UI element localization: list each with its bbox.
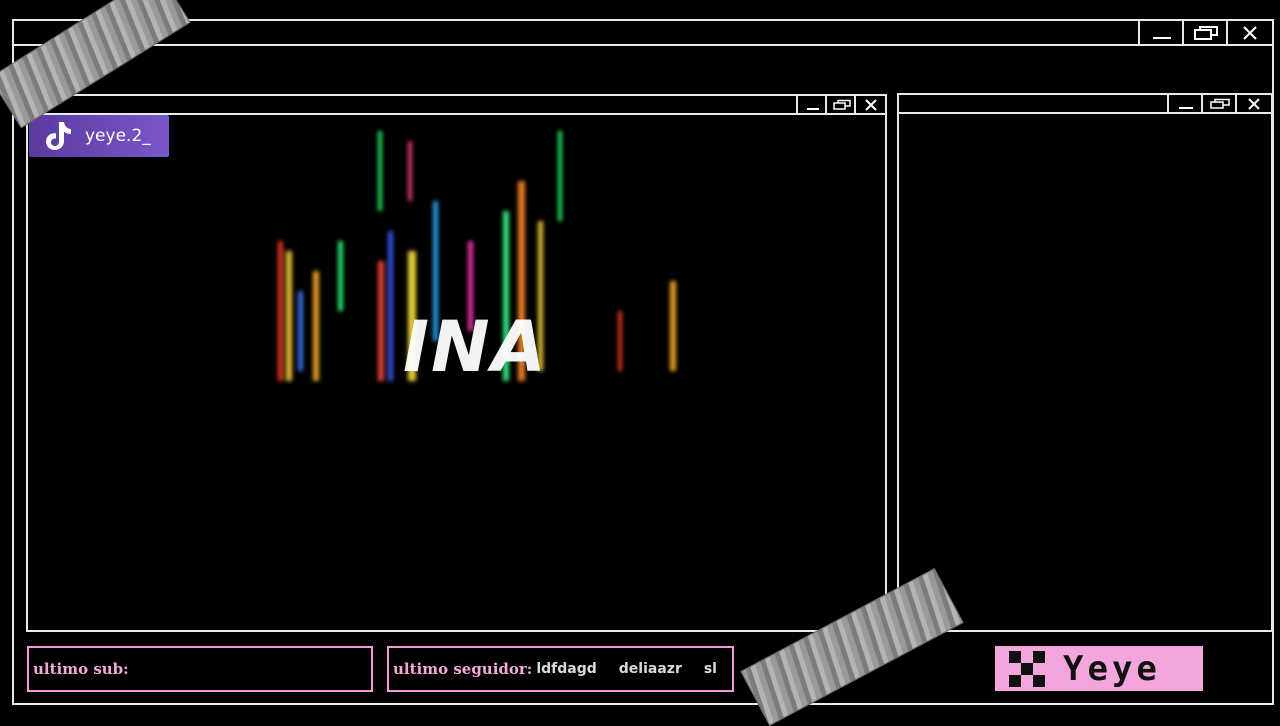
- social-handle: yeye.2_: [85, 126, 151, 146]
- last-sub-box: ultimo sub:: [27, 646, 373, 692]
- ticker-item: sl: [703, 661, 717, 677]
- glitch-text: INA: [403, 306, 548, 388]
- minimize-icon: [806, 107, 819, 110]
- ticker-item: deliaazr: [618, 661, 682, 677]
- close-icon: [864, 98, 877, 111]
- side-restore-button[interactable]: [1201, 95, 1237, 112]
- name-card: Yeye: [995, 646, 1203, 691]
- checker-icon: [1009, 650, 1045, 687]
- outer-window-titlebar: [14, 21, 1272, 46]
- streamer-name: Yeye: [1063, 648, 1161, 689]
- side-window-titlebar: [899, 95, 1271, 114]
- close-button[interactable]: [1226, 21, 1272, 44]
- side-minimize-button[interactable]: [1167, 95, 1203, 112]
- camera-close-button[interactable]: [854, 96, 885, 113]
- minimize-button[interactable]: [1138, 21, 1184, 44]
- close-icon: [1243, 25, 1257, 40]
- last-sub-label: ultimo sub:: [33, 660, 129, 678]
- ticker-item: ldfdagd: [536, 661, 597, 677]
- camera-restore-button[interactable]: [825, 96, 856, 113]
- minimize-icon: [1179, 106, 1193, 109]
- side-window: [897, 93, 1273, 632]
- camera-minimize-button[interactable]: [796, 96, 827, 113]
- restore-icon: [1210, 98, 1230, 109]
- last-follower-box: ultimo seguidor: ldfdagd deliaazr sl: [387, 646, 734, 692]
- side-close-button[interactable]: [1235, 95, 1271, 112]
- minimize-icon: [1153, 36, 1171, 39]
- restore-icon: [1194, 25, 1218, 40]
- tiktok-icon: [46, 122, 71, 150]
- follower-ticker: ldfdagd deliaazr sl: [536, 661, 732, 677]
- close-icon: [1248, 97, 1260, 110]
- restore-icon: [832, 99, 851, 110]
- camera-window: INA: [26, 94, 887, 632]
- social-badge[interactable]: yeye.2_: [29, 115, 169, 157]
- restore-button[interactable]: [1182, 21, 1228, 44]
- camera-window-titlebar: [28, 96, 885, 115]
- last-follower-label: ultimo seguidor:: [393, 660, 533, 678]
